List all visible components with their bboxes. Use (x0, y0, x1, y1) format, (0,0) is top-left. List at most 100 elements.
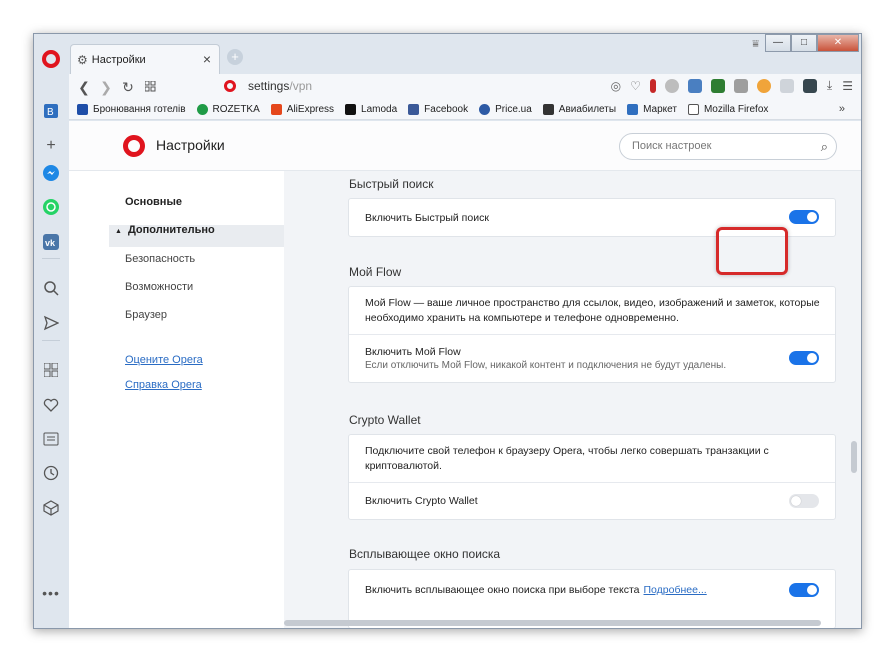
bookmark-label: Маркет (643, 104, 677, 115)
forward-icon[interactable]: ❯ (95, 79, 117, 96)
extension-screen-icon[interactable] (802, 78, 817, 93)
crypto-wallet-toggle[interactable] (789, 494, 819, 508)
messenger-icon[interactable] (42, 164, 60, 182)
svg-text:vk: vk (45, 238, 56, 248)
search-popup-label-wrap: Включить всплывающее окно поиска при выб… (365, 583, 707, 598)
extension-orange-icon[interactable] (756, 78, 771, 93)
rate-opera-link[interactable]: Оцените Opera (125, 354, 203, 366)
opera-sidebar: B + vk ••• (34, 34, 69, 628)
quick-search-toggle[interactable] (789, 210, 819, 224)
learn-more-link[interactable]: Подробнее... (644, 584, 707, 596)
speed-dial-icon[interactable] (42, 361, 60, 379)
booking-icon[interactable]: B (42, 102, 60, 120)
sidebar-divider (42, 340, 60, 341)
close-window-button[interactable]: ✕ (817, 34, 859, 52)
crypto-wallet-description-line2: криптовалютой. (365, 460, 442, 472)
extension-green-icon[interactable] (710, 78, 725, 93)
search-popup-label: Включить всплывающее окно поиска при выб… (365, 584, 640, 596)
send-icon[interactable] (42, 314, 60, 332)
heart-icon[interactable]: ♡ (630, 79, 641, 93)
tab-strip: ⚙ Настройки × + ⩸ — □ ✕ (69, 34, 861, 74)
bookmark-label: Facebook (424, 104, 469, 115)
help-opera-link[interactable]: Справка Opera (125, 379, 202, 391)
opera-url-icon (224, 80, 236, 92)
search-popup-row: Включить всплывающее окно поиска при выб… (349, 570, 835, 610)
bookmark-aviabilety[interactable]: Авиабилеты (542, 104, 617, 115)
bookmark-firefox-folder[interactable]: Mozilla Firefox (687, 104, 769, 115)
my-flow-toggle[interactable] (789, 351, 819, 365)
minimize-button[interactable]: — (765, 34, 791, 52)
search-icon[interactable]: ⌕ (821, 134, 828, 159)
my-flow-label: Включить Мой Flow (365, 346, 461, 358)
settings-header: Настройки Поиск настроек ⌕ (69, 121, 861, 171)
url-host: settings (248, 79, 290, 93)
easy-setup-icon[interactable]: ☰ (842, 79, 853, 93)
download-icon[interactable]: ⤓ (827, 78, 832, 93)
rozetka-icon (196, 104, 208, 115)
extension-puzzle-icon[interactable] (733, 78, 748, 93)
nav-advanced[interactable]: ▲ Дополнительно (115, 224, 215, 236)
url-field[interactable]: settings/vpn (224, 79, 312, 93)
svg-text:B: B (47, 107, 54, 118)
nav-basic[interactable]: Основные (125, 196, 182, 208)
bookmark-label: Mozilla Firefox (703, 104, 769, 115)
vertical-scrollbar[interactable] (851, 441, 857, 473)
maximize-button[interactable]: □ (791, 34, 817, 52)
bookmark-label: Авиабилеты (558, 104, 617, 115)
highlight-frame (716, 227, 788, 275)
nav-features[interactable]: Возможности (125, 281, 193, 293)
new-tab-button[interactable]: + (227, 49, 243, 65)
heart-icon[interactable] (42, 396, 60, 414)
vk-icon[interactable]: vk (42, 233, 60, 251)
menu-icon[interactable]: ⩸ (752, 38, 759, 51)
nav-advanced-label: Дополнительно (127, 224, 215, 236)
nav-security[interactable]: Безопасность (125, 253, 195, 265)
bookmark-booking[interactable]: Бронювання готелів (77, 104, 186, 115)
window-controls: ⩸ — □ ✕ (752, 34, 859, 52)
my-flow-description-line2: необходимо хранить на компьютере и телеф… (365, 312, 679, 324)
reload-icon[interactable]: ↻ (117, 79, 139, 96)
history-icon[interactable] (42, 464, 60, 482)
bookmark-priceua[interactable]: Price.ua (479, 104, 532, 115)
bookmark-aliexpress[interactable]: AliExpress (270, 104, 335, 115)
bookmark-rozetka[interactable]: ROZETKA (196, 104, 260, 115)
extension-stop-icon[interactable] (664, 78, 679, 93)
more-icon[interactable]: ••• (42, 584, 60, 602)
my-flow-sublabel: Если отключить Мой Flow, никакой контент… (365, 360, 727, 371)
tabs-grid-icon[interactable] (139, 79, 161, 95)
settings-nav: Основные ▲ Дополнительно Безопасность Воз… (69, 171, 284, 628)
nav-browser[interactable]: Браузер (125, 309, 167, 321)
tab-label: Настройки (91, 53, 146, 66)
bookmark-label: AliExpress (286, 104, 335, 115)
opera-menu-icon[interactable] (42, 50, 60, 68)
folder-icon (687, 104, 699, 115)
crypto-wallet-description: Подключите свой телефон к браузеру Opera… (365, 444, 769, 474)
bookmark-facebook[interactable]: Facebook (408, 104, 468, 115)
search-icon[interactable] (42, 279, 60, 297)
extension-chat-icon[interactable] (779, 78, 794, 93)
camera-icon[interactable]: ◎ (611, 79, 621, 93)
tab-close-button[interactable]: × (203, 51, 211, 67)
extension-icons: ◎ ♡ ⤓ ☰ (611, 78, 853, 93)
extension-red-icon[interactable] (649, 78, 656, 93)
page-title: Настройки (156, 137, 225, 153)
plane-icon (542, 104, 554, 115)
priceua-icon (479, 104, 491, 115)
extension-download-icon[interactable] (687, 78, 702, 93)
bookmark-lamoda[interactable]: Lamoda (345, 104, 397, 115)
tab-settings[interactable]: ⚙ Настройки × (70, 44, 220, 74)
news-icon[interactable] (42, 430, 60, 448)
whatsapp-icon[interactable] (42, 198, 60, 216)
bookmarks-bar: Бронювання готелів ROZETKA AliExpress La… (69, 100, 861, 120)
section-title-search-popup: Всплывающее окно поиска (349, 547, 501, 561)
back-icon[interactable]: ❮ (73, 79, 95, 96)
search-input[interactable]: Поиск настроек ⌕ (619, 133, 837, 160)
horizontal-scrollbar[interactable] (284, 620, 821, 626)
bookmarks-more-button[interactable]: » (839, 103, 845, 115)
section-title-my-flow: Мой Flow (349, 265, 402, 279)
extensions-cube-icon[interactable] (42, 499, 60, 517)
bookmark-market[interactable]: Маркет (627, 104, 677, 115)
add-panel-icon[interactable]: + (42, 137, 60, 155)
crypto-wallet-description-row: Подключите свой телефон к браузеру Opera… (349, 435, 835, 482)
search-popup-toggle[interactable] (789, 583, 819, 597)
